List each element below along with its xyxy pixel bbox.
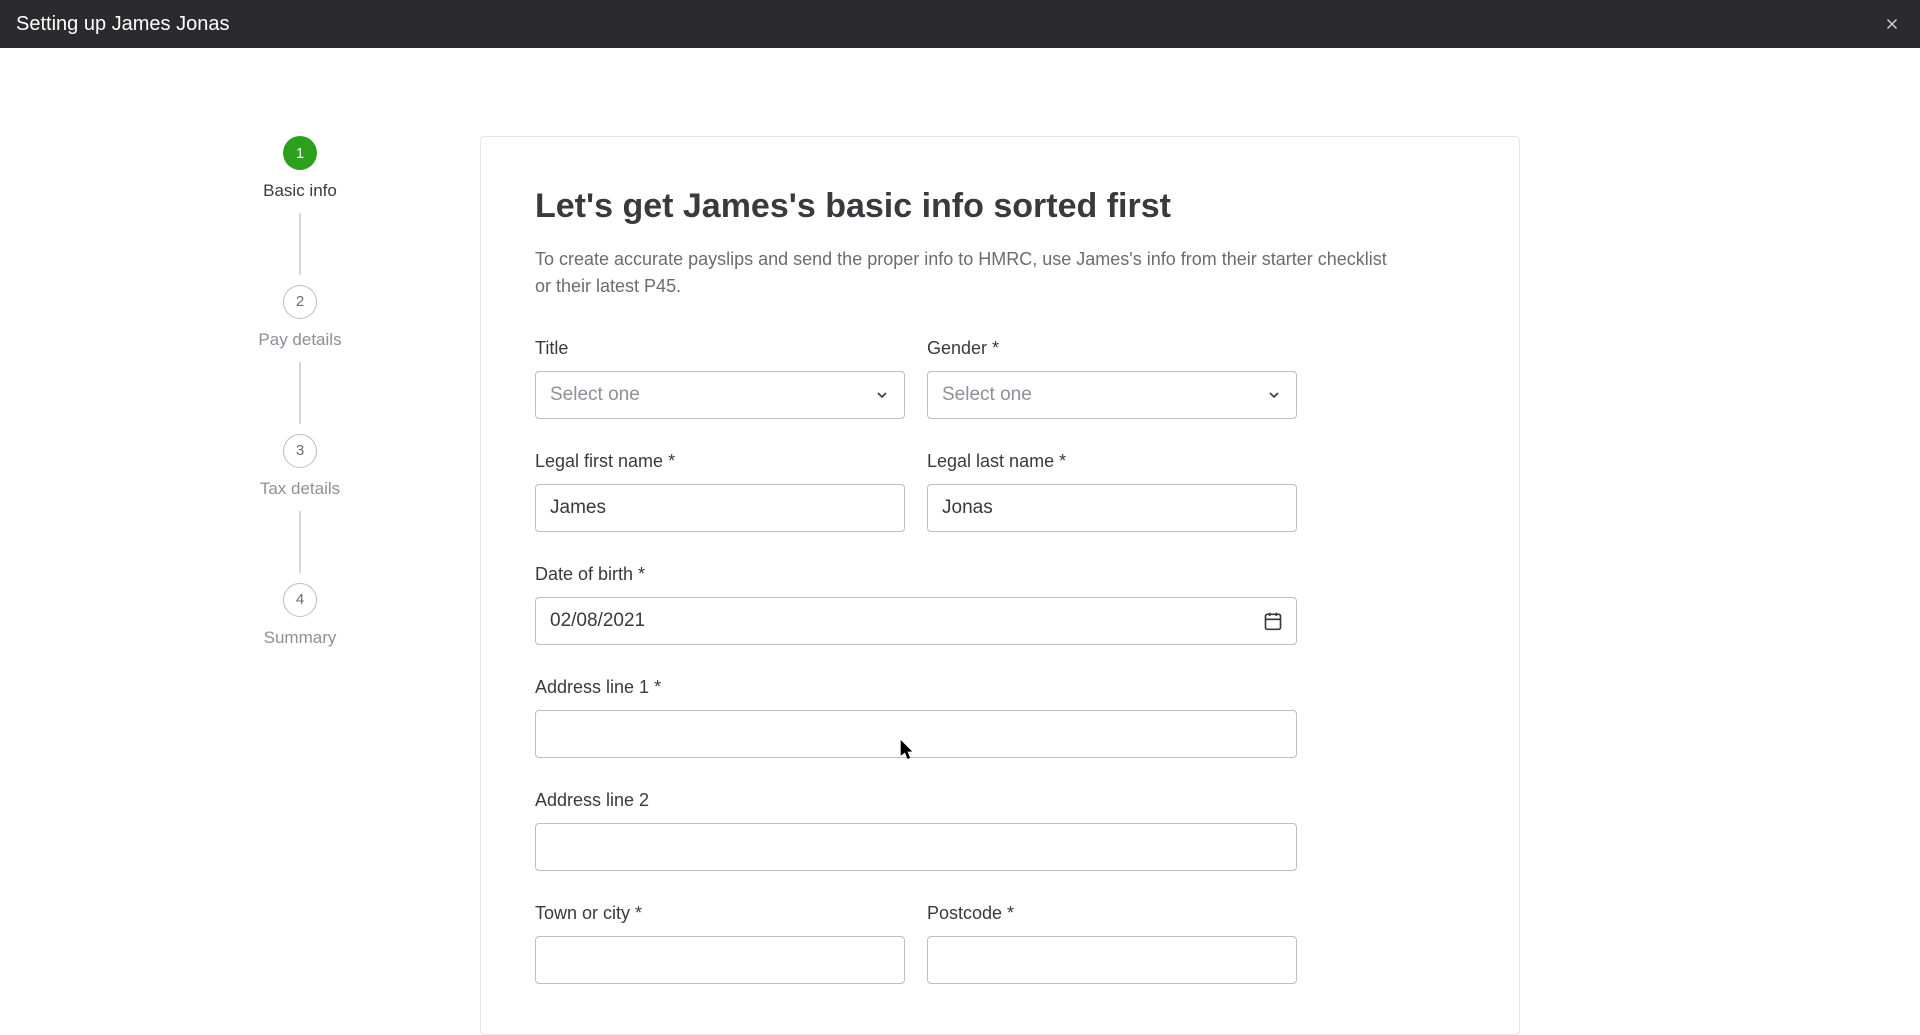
last-name-label: Legal last name * <box>927 451 1297 472</box>
town-group: Town or city * <box>535 903 905 984</box>
first-name-input[interactable] <box>535 484 905 532</box>
gender-label: Gender * <box>927 338 1297 359</box>
form-row: Address line 2 <box>535 790 1465 871</box>
gender-placeholder: Select one <box>942 384 1032 406</box>
step-number: 2 <box>296 293 304 310</box>
setup-stepper: 1 Basic info 2 Pay details 3 Tax details… <box>240 136 360 1035</box>
form-heading: Let's get James's basic info sorted firs… <box>535 187 1465 226</box>
form-row: Date of birth * <box>535 564 1465 645</box>
address2-group: Address line 2 <box>535 790 1297 871</box>
town-input[interactable] <box>535 936 905 984</box>
basic-info-form: Let's get James's basic info sorted firs… <box>480 136 1520 1035</box>
last-name-group: Legal last name * <box>927 451 1297 532</box>
postcode-input[interactable] <box>927 936 1297 984</box>
step-circle-3: 3 <box>283 434 317 468</box>
title-group: Title Select one <box>535 338 905 419</box>
step-basic-info[interactable]: 1 Basic info <box>263 136 337 203</box>
first-name-label: Legal first name * <box>535 451 905 472</box>
step-pay-details[interactable]: 2 Pay details <box>258 285 341 352</box>
first-name-group: Legal first name * <box>535 451 905 532</box>
postcode-group: Postcode * <box>927 903 1297 984</box>
content-area: 1 Basic info 2 Pay details 3 Tax details… <box>0 48 1920 1035</box>
address2-label: Address line 2 <box>535 790 1297 811</box>
step-label: Pay details <box>258 329 341 352</box>
step-label: Tax details <box>260 478 340 501</box>
dob-input-wrap <box>535 597 1297 645</box>
form-row: Title Select one Gender * Select one <box>535 338 1465 419</box>
close-icon <box>1883 15 1901 33</box>
chevron-down-icon <box>874 387 890 403</box>
last-name-input[interactable] <box>927 484 1297 532</box>
address1-input[interactable] <box>535 710 1297 758</box>
modal-header: Setting up James Jonas <box>0 0 1920 48</box>
town-label: Town or city * <box>535 903 905 924</box>
address1-label: Address line 1 * <box>535 677 1297 698</box>
chevron-down-icon <box>1266 387 1282 403</box>
form-row: Legal first name * Legal last name * <box>535 451 1465 532</box>
title-select[interactable]: Select one <box>535 371 905 419</box>
step-connector <box>299 362 301 424</box>
form-row: Town or city * Postcode * <box>535 903 1465 984</box>
step-circle-1: 1 <box>283 136 317 170</box>
step-connector <box>299 213 301 275</box>
dob-input[interactable] <box>535 597 1297 645</box>
address2-input[interactable] <box>535 823 1297 871</box>
step-number: 1 <box>296 145 304 162</box>
title-placeholder: Select one <box>550 384 640 406</box>
dob-group: Date of birth * <box>535 564 1297 645</box>
gender-select[interactable]: Select one <box>927 371 1297 419</box>
gender-group: Gender * Select one <box>927 338 1297 419</box>
address1-group: Address line 1 * <box>535 677 1297 758</box>
modal-title: Setting up James Jonas <box>16 13 229 36</box>
postcode-label: Postcode * <box>927 903 1297 924</box>
step-summary[interactable]: 4 Summary <box>264 583 337 650</box>
title-label: Title <box>535 338 905 359</box>
step-tax-details[interactable]: 3 Tax details <box>260 434 340 501</box>
form-row: Address line 1 * <box>535 677 1465 758</box>
step-label: Basic info <box>263 180 337 203</box>
step-label: Summary <box>264 627 337 650</box>
dob-label: Date of birth * <box>535 564 1297 585</box>
step-circle-2: 2 <box>283 285 317 319</box>
step-number: 3 <box>296 442 304 459</box>
step-number: 4 <box>296 591 304 608</box>
form-subheading: To create accurate payslips and send the… <box>535 246 1405 300</box>
step-connector <box>299 511 301 573</box>
close-button[interactable] <box>1880 12 1904 36</box>
step-circle-4: 4 <box>283 583 317 617</box>
